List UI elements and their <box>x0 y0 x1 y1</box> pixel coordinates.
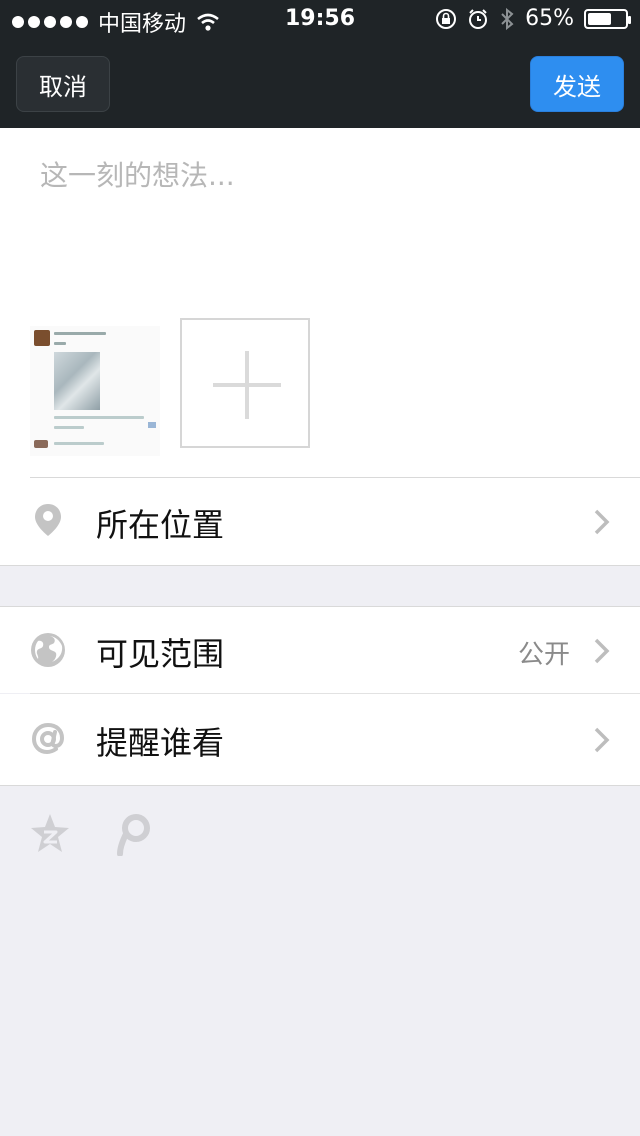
visibility-row[interactable]: 可见范围 公开 <box>0 607 640 693</box>
location-label: 所在位置 <box>96 506 225 544</box>
cancel-button[interactable]: 取消 <box>16 56 110 112</box>
battery-icon <box>584 8 631 29</box>
mention-row[interactable]: 提醒谁看 <box>0 694 640 785</box>
orientation-lock-icon <box>436 8 457 29</box>
qzone-star-icon[interactable] <box>30 812 70 856</box>
chevron-right-icon <box>594 638 610 664</box>
composer-panel <box>0 128 640 478</box>
attached-image-thumbnail[interactable] <box>30 326 160 456</box>
chevron-right-icon <box>594 509 610 535</box>
visibility-label: 可见范围 <box>96 635 225 673</box>
status-right: 65% <box>435 6 631 31</box>
battery-percent: 65% <box>525 6 574 31</box>
at-icon <box>31 722 65 755</box>
section-divider <box>0 565 640 566</box>
add-photo-button[interactable] <box>180 318 310 448</box>
section-divider-bottom <box>0 785 640 786</box>
share-options <box>30 812 154 856</box>
top-bar: 中国移动 19:56 65% 取消 发送 <box>0 0 640 128</box>
thumbnail-photo <box>54 352 100 410</box>
chevron-right-icon <box>594 727 610 753</box>
battery-fill <box>588 12 612 25</box>
alarm-icon <box>469 8 488 29</box>
location-row[interactable]: 所在位置 <box>0 478 640 565</box>
tencent-weibo-icon[interactable] <box>114 812 154 856</box>
post-text-input[interactable] <box>38 152 602 296</box>
visibility-value: 公开 <box>517 640 570 670</box>
send-button[interactable]: 发送 <box>530 56 624 112</box>
location-pin-icon <box>35 504 61 536</box>
bluetooth-icon <box>501 7 514 30</box>
mention-label: 提醒谁看 <box>96 724 225 762</box>
thumbnail-avatar <box>34 330 50 346</box>
globe-icon <box>31 633 65 667</box>
status-bar: 中国移动 19:56 65% <box>0 0 640 40</box>
